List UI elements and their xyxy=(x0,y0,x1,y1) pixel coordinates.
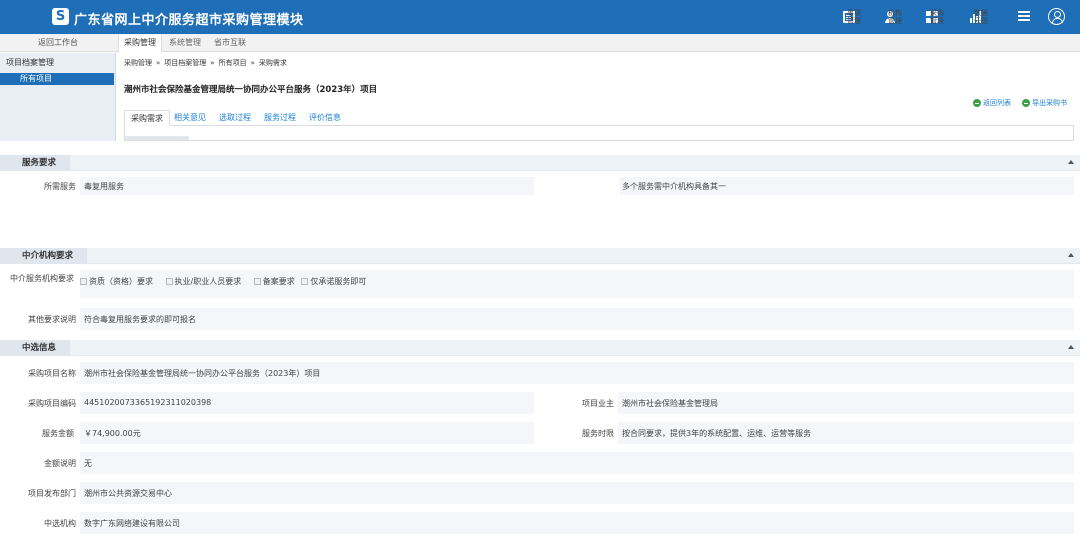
page-title: 潮州市社会保险基金管理局统一协同办公平台服务（2023年）项目 xyxy=(124,85,378,95)
other-requirement-value: 符合毒复用服务要求的即可报名 xyxy=(84,315,196,324)
field-label: 中选机构 xyxy=(44,519,76,528)
section-title: 中选信息 xyxy=(0,340,71,356)
breadcrumb: 采购管理» 项目档案管理» 所有项目» 采购需求 xyxy=(124,59,287,67)
section-title: 中介机构要求 xyxy=(0,248,88,264)
commitment-checkbox[interactable] xyxy=(301,278,309,285)
field-label: 服务时限 xyxy=(582,429,614,438)
breadcrumb-item[interactable]: 采购管理 xyxy=(124,59,152,67)
service-amount-value: ￥74,900.00元 xyxy=(84,429,141,438)
app-logo: S xyxy=(52,8,69,25)
header-button-agency[interactable]: 机构管理 xyxy=(884,8,902,26)
menu-icon[interactable] xyxy=(1018,11,1030,13)
collapse-icon[interactable] xyxy=(1068,253,1074,257)
qualification-checkbox[interactable] xyxy=(80,278,87,285)
tab-service-process[interactable]: 服务过程 xyxy=(258,110,302,126)
field-label: 中介服务机构要求 xyxy=(10,274,74,283)
top-header: S 广东省网上中介服务超市采购管理模块 事项管理 机构管理 采购管理 数据云图 xyxy=(0,0,1080,34)
tab-panel xyxy=(124,126,1074,141)
header-button-matters[interactable]: 事项管理 xyxy=(843,8,861,26)
sidebar-item-all-projects[interactable]: 所有项目 xyxy=(0,73,114,85)
header-button-procurement[interactable]: 采购管理 xyxy=(926,8,944,26)
nav-tab-system[interactable]: 系统管理 xyxy=(164,34,206,52)
breadcrumb-item[interactable]: 所有项目 xyxy=(219,59,247,67)
amount-note-value: 无 xyxy=(84,459,92,468)
field-label: 其他要求说明 xyxy=(28,315,76,324)
back-icon xyxy=(973,99,981,107)
project-code-value: 44510200733651923110​20398 xyxy=(84,398,212,407)
field-label: 金额说明 xyxy=(44,459,76,468)
tab-requirements[interactable]: 采购需求 xyxy=(124,110,170,126)
breadcrumb-item: 采购需求 xyxy=(258,59,287,67)
nav-bar: 返回工作台 采购管理 系统管理 省市互联 xyxy=(0,34,1080,52)
sidebar-group-project-archive[interactable]: 项目档案管理 xyxy=(6,57,54,68)
breadcrumb-item[interactable]: 项目档案管理 xyxy=(164,59,206,67)
section-header-service: 服务要求 xyxy=(0,155,1080,171)
service-note: 多个服务需中介机构具备其一 xyxy=(622,182,726,191)
app-title: 广东省网上中介服务超市采购管理模块 xyxy=(74,13,304,28)
collapse-icon[interactable] xyxy=(1068,160,1074,164)
tab-evaluation[interactable]: 评价信息 xyxy=(303,110,347,126)
export-purchase-doc-link[interactable]: 导出采购书 xyxy=(1022,98,1067,108)
nav-tab-interconnect[interactable]: 省市互联 xyxy=(209,34,251,52)
service-period-value: 按合同要求，提供3年的系统配置、运维、运营等服务 xyxy=(622,429,812,438)
field-label: 项目发布部门 xyxy=(28,489,76,498)
field-label: 采购项目编码 xyxy=(28,399,76,408)
field-label: 采购项目名称 xyxy=(28,369,76,378)
selected-agency-value: 数字广东网络建设有限公司 xyxy=(84,519,180,528)
tab-selection[interactable]: 选取过程 xyxy=(213,110,257,126)
section-title: 服务要求 xyxy=(0,155,71,171)
tab-opinions[interactable]: 相关意见 xyxy=(168,110,212,126)
detail-tabs: 采购需求 相关意见 选取过程 服务过程 评价信息 xyxy=(124,110,1074,126)
required-service-value: 毒复用服务 xyxy=(84,182,124,191)
export-icon xyxy=(1022,99,1030,107)
project-owner-value: 潮州市社会保险基金管理局 xyxy=(622,399,718,408)
collapse-icon[interactable] xyxy=(1068,345,1074,349)
practitioner-checkbox[interactable] xyxy=(165,278,173,285)
back-to-list-link[interactable]: 返回列表 xyxy=(973,98,1011,108)
agency-requirement-options: 资质（资格）要求 执业/职业人员要求 备案要求 仅承诺服务即可 xyxy=(80,276,366,287)
back-to-workbench-link[interactable]: 返回工作台 xyxy=(0,34,116,52)
publishing-dept-value: 潮州市公共资源交易中心 xyxy=(84,489,172,498)
sidebar: 项目档案管理 所有项目 xyxy=(0,53,116,141)
header-button-data[interactable]: 数据云图 xyxy=(970,8,988,26)
section-header-selected: 中选信息 xyxy=(0,340,1080,356)
field-label: 项目业主 xyxy=(582,399,614,408)
record-checkbox[interactable] xyxy=(253,278,261,285)
section-header-agency: 中介机构要求 xyxy=(0,248,1080,264)
field-label: 服务金额 xyxy=(42,429,74,438)
field-label: 所需服务 xyxy=(44,182,76,191)
user-icon[interactable] xyxy=(1048,8,1065,25)
project-name-value: 潮州市社会保险基金管理局统一协同办公平台服务（2023年）项目 xyxy=(84,369,321,378)
nav-tab-procurement[interactable]: 采购管理 xyxy=(118,34,162,52)
